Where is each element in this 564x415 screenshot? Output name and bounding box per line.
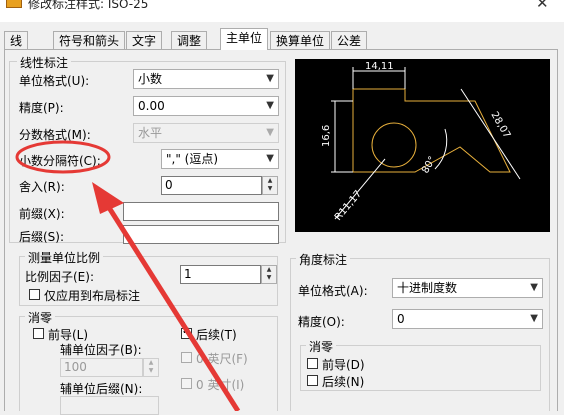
fraction-format-label: 分数格式(M): bbox=[19, 128, 91, 142]
scale-factor-input[interactable]: 1 bbox=[180, 265, 261, 284]
angular-precision-label: 精度(O): bbox=[298, 315, 345, 329]
fraction-format-value: 水平 bbox=[138, 126, 163, 140]
unit-format-select[interactable]: 小数 ▼ bbox=[133, 69, 279, 89]
angular-unit-format-select[interactable]: 十进制度数 ▼ bbox=[392, 278, 543, 298]
trailing-zero-checkbox[interactable] bbox=[181, 326, 192, 339]
spin-up-icon: ▲ bbox=[148, 359, 154, 366]
unit-format-value: 小数 bbox=[138, 72, 163, 86]
precision-label: 精度(P): bbox=[19, 101, 64, 115]
app-icon bbox=[6, 0, 22, 8]
tab-symbols-arrows[interactable]: 符号和箭头 bbox=[53, 31, 126, 49]
sub-unit-factor-spinner[interactable]: ▲ ▼ bbox=[143, 358, 159, 377]
chevron-down-icon: ▼ bbox=[530, 313, 538, 324]
angular-leading-label: 前导(D) bbox=[322, 358, 365, 372]
chevron-down-icon: ▼ bbox=[266, 127, 274, 138]
sub-unit-factor-input[interactable]: 100 bbox=[60, 358, 143, 377]
window-title: 修改标注样式: ISO-25 bbox=[28, 0, 149, 11]
zero-suppression-legend: 消零 bbox=[25, 309, 56, 326]
close-icon[interactable]: ✕ bbox=[536, 0, 549, 12]
decimal-separator-select[interactable]: "," (逗点) ▼ bbox=[161, 149, 279, 169]
feet-checkbox[interactable] bbox=[181, 352, 192, 363]
tab-lines[interactable]: 线 bbox=[4, 31, 29, 49]
layout-only-label: 仅应用到布局标注 bbox=[44, 289, 141, 303]
preview-drawing: 14,11 16,6 28,07 80° R11,17 bbox=[321, 61, 521, 223]
feet-label: 0 英尺(F) bbox=[196, 352, 248, 366]
round-off-spinner[interactable]: ▲ ▼ bbox=[262, 176, 278, 195]
angular-trailing-checkbox[interactable] bbox=[307, 375, 318, 386]
tab-fit[interactable]: 调整 bbox=[171, 31, 208, 49]
round-off-label: 舍入(R): bbox=[19, 180, 65, 194]
angular-precision-value: 0 bbox=[397, 312, 405, 326]
angular-unit-format-label: 单位格式(A): bbox=[298, 284, 368, 298]
precision-value: 0.00 bbox=[138, 99, 165, 113]
angular-precision-select[interactable]: 0 ▼ bbox=[392, 309, 543, 329]
tab-text[interactable]: 文字 bbox=[126, 31, 163, 49]
tab-alternate-units[interactable]: 换算单位 bbox=[270, 31, 331, 49]
part-hole bbox=[371, 122, 417, 168]
unit-format-label: 单位格式(U): bbox=[19, 74, 90, 88]
sub-unit-suffix-input[interactable] bbox=[60, 396, 159, 415]
precision-select[interactable]: 0.00 ▼ bbox=[133, 96, 279, 116]
angular-unit-format-value: 十进制度数 bbox=[397, 281, 458, 295]
scale-factor-spinner[interactable]: ▲ ▼ bbox=[261, 265, 277, 284]
angular-legend: 角度标注 bbox=[296, 251, 351, 268]
round-off-input[interactable]: 0 bbox=[161, 176, 262, 195]
tab-tolerances[interactable]: 公差 bbox=[331, 31, 368, 49]
linear-legend: 线性标注 bbox=[17, 54, 72, 71]
angular-zero-legend: 消零 bbox=[306, 338, 337, 355]
suffix-label: 后缀(S): bbox=[19, 230, 65, 244]
scale-factor-label: 比例因子(E): bbox=[25, 270, 94, 284]
dim-text-left: 16,6 bbox=[321, 125, 332, 147]
chevron-down-icon: ▼ bbox=[266, 153, 274, 164]
dim-text-angle: 80° bbox=[420, 155, 438, 176]
spin-down-icon: ▼ bbox=[267, 185, 273, 192]
fraction-format-select[interactable]: 水平 ▼ bbox=[133, 123, 279, 143]
chevron-down-icon: ▼ bbox=[530, 282, 538, 293]
chevron-down-icon: ▼ bbox=[266, 100, 274, 111]
prefix-input[interactable] bbox=[123, 202, 279, 221]
spin-down-icon: ▼ bbox=[148, 367, 154, 374]
prefix-label: 前缀(X): bbox=[19, 207, 65, 221]
inches-checkbox[interactable] bbox=[181, 378, 192, 389]
spin-down-icon: ▼ bbox=[266, 274, 272, 281]
trailing-zero-label: 后续(T) bbox=[196, 328, 237, 342]
preview-pane: 14,11 16,6 28,07 80° R11,17 bbox=[295, 59, 550, 232]
dim-text-top: 14,11 bbox=[365, 61, 394, 72]
inches-label: 0 英寸(I) bbox=[196, 378, 245, 392]
spin-up-icon: ▲ bbox=[266, 266, 272, 273]
decimal-separator-label: 小数分隔符(C): bbox=[19, 154, 101, 168]
dim-text-radius: R11,17 bbox=[333, 189, 364, 223]
measurement-scale-legend: 测量单位比例 bbox=[25, 249, 104, 266]
suffix-input[interactable] bbox=[123, 225, 279, 244]
decimal-separator-value: "," (逗点) bbox=[166, 152, 219, 166]
layout-only-checkbox[interactable] bbox=[29, 289, 40, 300]
tab-primary-units[interactable]: 主单位 bbox=[220, 28, 269, 50]
spin-up-icon: ▲ bbox=[267, 177, 273, 184]
chevron-down-icon: ▼ bbox=[266, 73, 274, 84]
angular-leading-checkbox[interactable] bbox=[307, 358, 318, 369]
title-bar: 修改标注样式: ISO-25 ✕ bbox=[0, 0, 564, 22]
angular-trailing-label: 后续(N) bbox=[322, 375, 365, 389]
sub-unit-suffix-label: 辅单位后缀(N): bbox=[60, 382, 143, 396]
leading-zero-checkbox[interactable] bbox=[33, 328, 44, 339]
sub-unit-factor-label: 辅单位因子(B): bbox=[60, 343, 142, 357]
